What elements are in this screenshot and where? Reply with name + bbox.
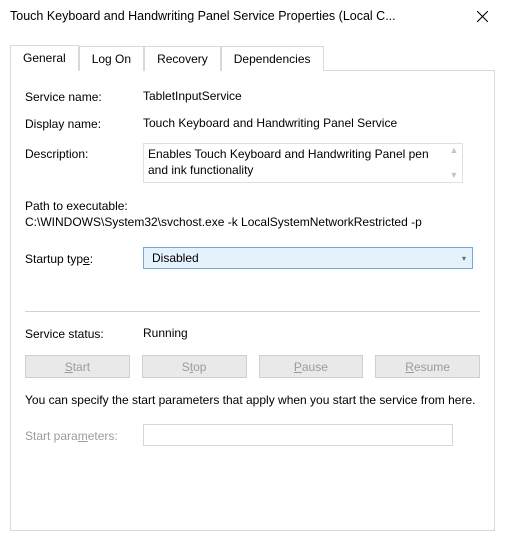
path-value: C:\WINDOWS\System32\svchost.exe -k Local… <box>25 215 480 229</box>
description-row: Description: Enables Touch Keyboard and … <box>25 143 480 183</box>
startup-type-row: Startup type: Disabled ▾ <box>25 247 480 269</box>
window-title: Touch Keyboard and Handwriting Panel Ser… <box>10 9 396 23</box>
resume-button[interactable]: Resume <box>375 355 480 378</box>
tab-recovery[interactable]: Recovery <box>144 46 221 71</box>
display-name-label: Display name: <box>25 116 143 131</box>
description-label: Description: <box>25 143 143 161</box>
chevron-down-icon: ▾ <box>462 254 466 263</box>
pause-button[interactable]: Pause <box>259 355 364 378</box>
scroll-up-icon[interactable]: ▲ <box>450 146 459 155</box>
start-params-row: Start parameters: <box>25 424 480 446</box>
start-button[interactable]: Start <box>25 355 130 378</box>
description-box: Enables Touch Keyboard and Handwriting P… <box>143 143 463 183</box>
tab-logon[interactable]: Log On <box>79 46 144 71</box>
tabs-container: General Log On Recovery Dependencies Ser… <box>0 32 505 531</box>
display-name-value: Touch Keyboard and Handwriting Panel Ser… <box>143 116 480 130</box>
tab-strip: General Log On Recovery Dependencies <box>10 44 495 71</box>
path-block: Path to executable: C:\WINDOWS\System32\… <box>25 199 480 229</box>
scroll-down-icon[interactable]: ▼ <box>450 171 459 180</box>
service-name-value: TabletInputService <box>143 89 480 103</box>
start-params-note: You can specify the start parameters tha… <box>25 392 480 408</box>
divider <box>25 311 480 312</box>
display-name-row: Display name: Touch Keyboard and Handwri… <box>25 116 480 131</box>
service-status-label: Service status: <box>25 326 143 341</box>
close-button[interactable] <box>460 1 505 31</box>
startup-type-select-wrap: Disabled ▾ <box>143 247 473 269</box>
tab-general[interactable]: General <box>10 45 79 71</box>
startup-type-value: Disabled <box>152 251 199 265</box>
start-params-label: Start parameters: <box>25 428 143 443</box>
path-label: Path to executable: <box>25 199 480 213</box>
tab-dependencies[interactable]: Dependencies <box>221 46 324 71</box>
service-name-row: Service name: TabletInputService <box>25 89 480 104</box>
startup-type-select[interactable]: Disabled ▾ <box>143 247 473 269</box>
description-text[interactable]: Enables Touch Keyboard and Handwriting P… <box>144 144 446 182</box>
stop-button[interactable]: Stop <box>142 355 247 378</box>
titlebar: Touch Keyboard and Handwriting Panel Ser… <box>0 0 505 32</box>
close-icon <box>477 11 488 22</box>
service-status-value: Running <box>143 326 188 341</box>
service-status-row: Service status: Running <box>25 326 480 341</box>
start-params-input[interactable] <box>143 424 453 446</box>
description-scrollbar[interactable]: ▲ ▼ <box>446 144 462 182</box>
service-buttons: Start Stop Pause Resume <box>25 355 480 378</box>
startup-type-label: Startup type: <box>25 251 143 266</box>
service-name-label: Service name: <box>25 89 143 104</box>
general-panel: Service name: TabletInputService Display… <box>10 71 495 531</box>
